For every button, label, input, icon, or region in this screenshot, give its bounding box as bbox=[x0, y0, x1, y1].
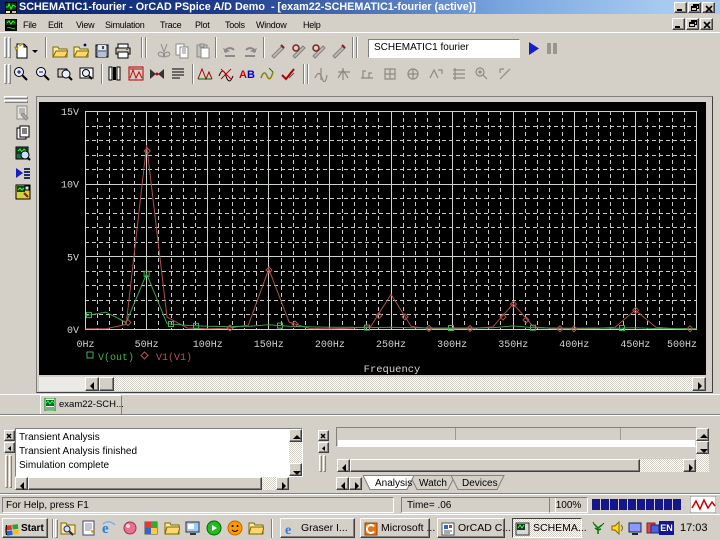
svg-text:150Hz: 150Hz bbox=[254, 340, 284, 351]
svg-text:300Hz: 300Hz bbox=[437, 340, 467, 351]
svg-text:10V: 10V bbox=[61, 181, 79, 192]
svg-text:250Hz: 250Hz bbox=[376, 340, 406, 351]
svg-text:5V: 5V bbox=[67, 253, 79, 264]
svg-text:200Hz: 200Hz bbox=[315, 340, 345, 351]
svg-text:A: A bbox=[239, 69, 247, 81]
svg-text:50Hz: 50Hz bbox=[135, 340, 159, 351]
svg-text:450Hz: 450Hz bbox=[620, 340, 650, 351]
svg-text:500Hz: 500Hz bbox=[667, 340, 697, 351]
svg-text:15V: 15V bbox=[61, 108, 79, 119]
svg-text:0V: 0V bbox=[67, 326, 79, 337]
svg-text:350Hz: 350Hz bbox=[498, 340, 528, 351]
svg-text:Watch: Watch bbox=[419, 478, 447, 489]
svg-text:100Hz: 100Hz bbox=[193, 340, 223, 351]
svg-text:V1(V1): V1(V1) bbox=[156, 352, 192, 364]
svg-text:Frequency: Frequency bbox=[364, 364, 421, 375]
svg-text:V(out): V(out) bbox=[98, 352, 134, 364]
svg-text:Devices: Devices bbox=[462, 478, 498, 489]
svg-text:400Hz: 400Hz bbox=[559, 340, 589, 351]
svg-text:0Hz: 0Hz bbox=[76, 340, 94, 351]
svg-text:B: B bbox=[247, 69, 255, 81]
svg-text:e: e bbox=[285, 523, 291, 537]
svg-text:Analysis: Analysis bbox=[375, 478, 412, 489]
